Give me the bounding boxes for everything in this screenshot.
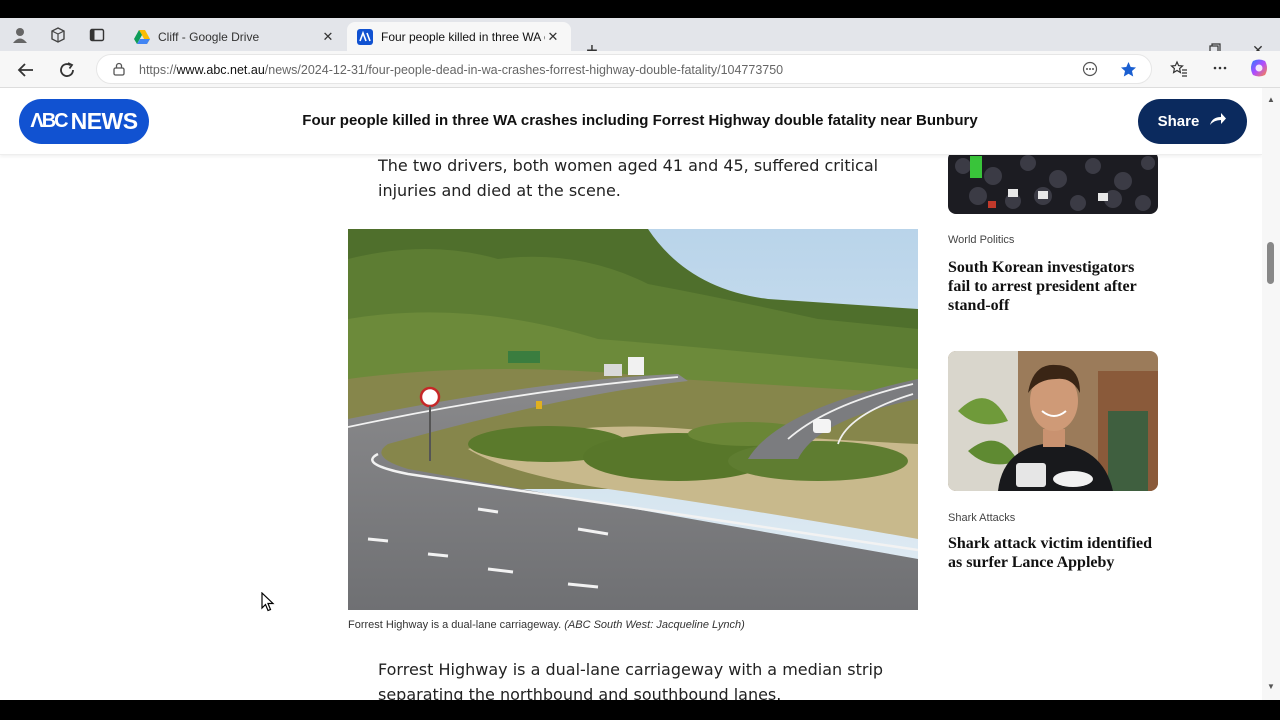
scroll-up-icon[interactable]: ▲ (1267, 95, 1275, 104)
story-category[interactable]: Shark Attacks (948, 512, 1015, 524)
profile-icon[interactable] (9, 24, 31, 46)
page-scrollbar[interactable]: ▲ ▼ (1262, 88, 1280, 700)
photo-credit: (ABC South West: Jacqueline Lynch) (564, 619, 745, 631)
article-photo[interactable] (348, 229, 918, 610)
tab-actions-icon[interactable] (86, 24, 108, 46)
sidebar-thumbnail[interactable] (948, 351, 1158, 491)
tab-title: Cliff - Google Drive (158, 29, 260, 44)
share-button[interactable]: Share (1138, 99, 1247, 144)
tab-strip: Cliff - Google Drive ✕ Four people kille… (0, 18, 1280, 62)
workspaces-icon[interactable] (47, 24, 69, 46)
photo-caption: Forrest Highway is a dual-lane carriagew… (348, 619, 745, 631)
google-drive-icon (134, 29, 150, 44)
tab-google-drive[interactable]: Cliff - Google Drive ✕ (124, 22, 346, 51)
reader-options-icon[interactable] (1082, 61, 1098, 81)
sticky-headline: Four people killed in three WA crashes i… (302, 112, 978, 129)
favorites-icon[interactable] (1170, 60, 1188, 83)
scroll-down-icon[interactable]: ▼ (1267, 682, 1275, 691)
share-arrow-icon (1209, 112, 1227, 131)
sidebar-thumbnail[interactable] (948, 151, 1158, 214)
close-tab-icon[interactable]: ✕ (545, 29, 561, 45)
site-header: ΛΒC NEWS Four people killed in three WA … (0, 88, 1262, 155)
abc-news-logo[interactable]: ΛΒC NEWS (19, 99, 149, 144)
scrollbar-thumb[interactable] (1267, 242, 1274, 284)
copilot-icon[interactable] (1249, 58, 1269, 83)
sidebar-story-link[interactable]: South Korean investigators fail to arres… (948, 258, 1158, 315)
favorite-star-icon[interactable] (1120, 61, 1137, 82)
abc-logo-mark: ΛΒC (30, 110, 68, 132)
story-category[interactable]: World Politics (948, 234, 1014, 246)
article-paragraph: Forrest Highway is a dual-lane carriagew… (378, 660, 884, 700)
lock-icon[interactable] (113, 62, 125, 79)
more-menu-icon[interactable] (1212, 60, 1228, 81)
tab-abc-news[interactable]: Four people killed in three WA crashes ✕ (347, 22, 571, 51)
mouse-cursor-icon (261, 591, 275, 617)
abc-favicon-icon (357, 28, 373, 45)
close-tab-icon[interactable]: ✕ (320, 29, 336, 45)
address-bar[interactable]: https://www.abc.net.au/news/2024-12-31/f… (96, 54, 1152, 84)
article-paragraph: The two drivers, both women aged 41 and … (378, 156, 879, 200)
sidebar-story-link[interactable]: Shark attack victim identified as surfer… (948, 534, 1158, 572)
reload-icon[interactable] (54, 57, 80, 83)
logo-text: NEWS (70, 108, 139, 134)
share-label: Share (1157, 113, 1200, 130)
web-page: ΛΒC NEWS Four people killed in three WA … (0, 88, 1262, 700)
url-text[interactable]: https://www.abc.net.au/news/2024-12-31/f… (139, 63, 783, 77)
browser-window: Cliff - Google Drive ✕ Four people kille… (0, 0, 1280, 720)
back-arrow-icon[interactable] (13, 57, 39, 83)
tab-title: Four people killed in three WA crashes (381, 29, 545, 44)
address-toolbar: https://www.abc.net.au/news/2024-12-31/f… (0, 51, 1280, 88)
